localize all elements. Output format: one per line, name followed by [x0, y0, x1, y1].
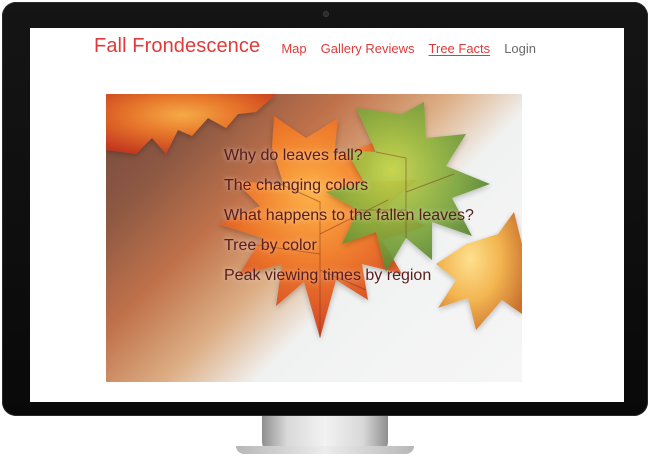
monitor: Fall Frondescence Map Gallery Reviews Tr… — [2, 2, 648, 416]
nav-link-login[interactable]: Login — [504, 41, 536, 56]
menu-item-fallen-leaves[interactable]: What happens to the fallen leaves? — [224, 201, 474, 231]
menu-item-peak-viewing-times[interactable]: Peak viewing times by region — [224, 261, 474, 291]
nav-link-gallery-reviews[interactable]: Gallery Reviews — [321, 41, 415, 56]
camera-icon — [323, 11, 329, 17]
screen: Fall Frondescence Map Gallery Reviews Tr… — [30, 28, 624, 402]
menu-item-changing-colors[interactable]: The changing colors — [224, 171, 474, 201]
nav-link-map[interactable]: Map — [281, 41, 306, 56]
menu-item-tree-by-color[interactable]: Tree by color — [224, 231, 474, 261]
top-nav: Map Gallery Reviews Tree Facts Login — [281, 41, 536, 56]
monitor-stand-base — [236, 446, 414, 454]
tree-facts-menu: Why do leaves fall? The changing colors … — [224, 141, 474, 291]
site-header: Fall Frondescence Map Gallery Reviews Tr… — [30, 28, 624, 74]
nav-link-tree-facts[interactable]: Tree Facts — [429, 41, 491, 56]
hero-image: Why do leaves fall? The changing colors … — [106, 94, 522, 382]
menu-item-why-leaves-fall[interactable]: Why do leaves fall? — [224, 141, 474, 171]
site-title[interactable]: Fall Frondescence — [94, 35, 260, 58]
